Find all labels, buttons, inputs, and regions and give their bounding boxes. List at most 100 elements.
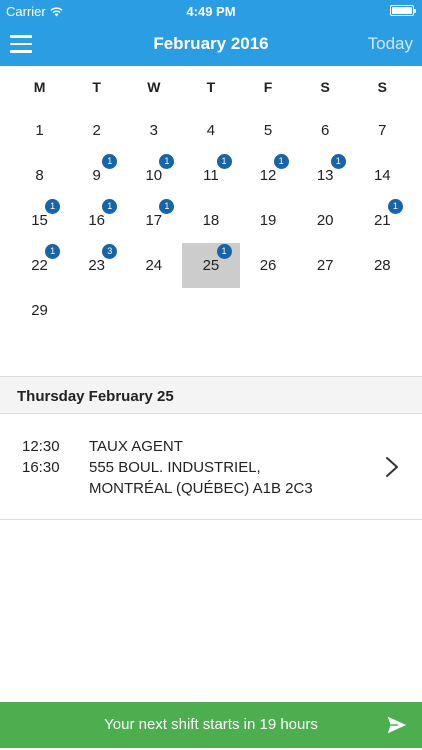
- chevron-right-icon: [386, 457, 398, 477]
- calendar-day[interactable]: 28: [354, 243, 411, 288]
- weekday-label: M: [33, 79, 46, 95]
- calendar-day[interactable]: 24: [125, 243, 182, 288]
- calendar-day-number: 23: [88, 257, 106, 274]
- calendar-day[interactable]: 6: [297, 108, 354, 153]
- calendar-day-number: 26: [259, 257, 277, 274]
- battery-icon: [390, 5, 416, 16]
- calendar-day[interactable]: 2: [68, 108, 125, 153]
- calendar-week-row: 15 1 16 1 17 1 18 19 20 21 1: [11, 198, 411, 243]
- calendar-day-number: 19: [259, 212, 277, 229]
- calendar-day[interactable]: 16 1: [68, 198, 125, 243]
- calendar-week-row: 29: [11, 288, 411, 333]
- calendar-day-number: 29: [31, 302, 48, 319]
- calendar-day[interactable]: 14: [354, 153, 411, 198]
- calendar-empty-cell: [68, 288, 125, 333]
- calendar-day-number: 15: [31, 212, 48, 229]
- calendar-day-number: 14: [373, 167, 391, 184]
- calendar-day-number: 28: [373, 257, 391, 274]
- calendar-week-row: 22 1 23 3 24 25 1 26 27 28: [11, 243, 411, 288]
- shift-count-badge: 1: [45, 244, 61, 259]
- next-shift-label: Your next shift starts in 19 hours: [104, 716, 318, 733]
- calendar-day-number: 17: [145, 212, 163, 229]
- calendar-day[interactable]: 11 1: [182, 153, 239, 198]
- weekday-label: S: [320, 79, 330, 95]
- calendar-day-number: 4: [206, 122, 216, 139]
- calendar-day[interactable]: 21 1: [354, 198, 411, 243]
- calendar-day-number: 1: [35, 122, 44, 139]
- status-time: 4:49 PM: [186, 4, 236, 19]
- calendar-day[interactable]: 12 1: [240, 153, 297, 198]
- calendar-day[interactable]: 13 1: [297, 153, 354, 198]
- month-title: February 2016: [153, 34, 269, 53]
- calendar-day[interactable]: 17 1: [125, 198, 182, 243]
- calendar-day-number: 27: [316, 257, 334, 274]
- shift-count-badge: 1: [216, 154, 232, 169]
- calendar-day[interactable]: 4: [182, 108, 239, 153]
- calendar-day[interactable]: 91: [68, 153, 125, 198]
- shift-count-badge: 1: [387, 199, 403, 214]
- next-shift-button[interactable]: Your next shift starts in 19 hours: [0, 702, 422, 748]
- calendar-day-number: 12: [259, 167, 277, 184]
- send-icon: [387, 716, 407, 734]
- calendar-day-number: 24: [145, 257, 163, 274]
- today-button[interactable]: Today: [368, 34, 413, 54]
- calendar-empty-cell: [240, 288, 297, 333]
- calendar-day[interactable]: 22 1: [11, 243, 68, 288]
- calendar-day[interactable]: 19: [240, 198, 297, 243]
- calendar-day-selected[interactable]: 25 1: [182, 243, 240, 288]
- calendar-day-number: 11: [203, 167, 219, 184]
- shift-count-badge: 1: [159, 154, 175, 169]
- calendar-day-number: 9: [92, 167, 101, 184]
- shift-start-time: 12:30: [22, 438, 60, 455]
- shift-count-badge: 1: [45, 199, 61, 214]
- calendar-day-number: 21: [373, 212, 391, 229]
- calendar-empty-cell: [297, 288, 354, 333]
- calendar-grid: 1 2 3 4 5 6 7 8 9 1 10 1 11 1 12 1 13 1 14 15 1 16 1 17 1 18 19 20 2…: [11, 108, 411, 333]
- calendar-week-row: 8 9 1 10 1 11 1 12 1 13 1 14: [11, 153, 411, 198]
- calendar-day[interactable]: 10 1: [125, 153, 182, 198]
- calendar-day[interactable]: 8: [11, 153, 68, 198]
- calendar-day-number: 2: [92, 122, 101, 139]
- shift-list-item[interactable]: 12:30 16:30 TAUX AGENT 555 BOUL. INDUSTR…: [0, 414, 422, 520]
- calendar-day[interactable]: 7: [354, 108, 411, 153]
- calendar-day[interactable]: 18: [182, 198, 239, 243]
- shift-count-badge: 1: [102, 199, 118, 214]
- shift-count-badge: 1: [273, 154, 289, 169]
- shift-role: TAUX AGENT: [89, 438, 183, 455]
- calendar-day-number: 10: [145, 167, 163, 184]
- calendar-day-number: 18: [202, 212, 220, 229]
- shift-count-badge: 1: [102, 154, 118, 169]
- nav-bar: February 2016 Today: [0, 22, 422, 66]
- calendar-day[interactable]: 29: [11, 288, 68, 333]
- selected-date-header: Thursday February 25: [0, 376, 422, 414]
- weekday-label: S: [377, 79, 387, 95]
- calendar-day-number: 20: [316, 212, 334, 229]
- calendar-day-number: 8: [35, 167, 44, 184]
- calendar-day[interactable]: 20: [297, 198, 354, 243]
- calendar-day-number: 25: [202, 257, 220, 274]
- shift-count-badge: 1: [216, 244, 232, 259]
- calendar-empty-cell: [354, 288, 411, 333]
- shift-details: TAUX AGENT 555 BOUL. INDUSTRIEL, MONTRÉA…: [89, 436, 369, 499]
- calendar-day-number: 7: [378, 122, 387, 139]
- calendar-day-number: 5: [263, 122, 273, 139]
- shift-end-time: 16:30: [22, 459, 60, 476]
- calendar-day-number: 22: [31, 257, 48, 274]
- shift-times: 12:30 16:30: [22, 436, 60, 478]
- calendar-empty-cell: [125, 288, 182, 333]
- shift-address-line1: 555 BOUL. INDUSTRIEL,: [89, 459, 261, 476]
- calendar-day[interactable]: 27: [297, 243, 354, 288]
- calendar-day[interactable]: 23 3: [68, 243, 125, 288]
- calendar-day-number: 6: [321, 122, 330, 139]
- calendar-day[interactable]: 26: [240, 243, 297, 288]
- calendar-day[interactable]: 1: [11, 108, 68, 153]
- weekday-label: T: [92, 79, 101, 95]
- calendar-day[interactable]: 15 1: [11, 198, 68, 243]
- calendar-week-row: 1 2 3 4 5 6 7: [11, 108, 411, 153]
- status-bar: Carrier 4:49 PM: [0, 0, 422, 22]
- calendar-empty-cell: [182, 288, 239, 333]
- calendar-day[interactable]: 5: [240, 108, 297, 153]
- shift-count-badge: 1: [330, 154, 346, 169]
- calendar-day[interactable]: 3: [125, 108, 182, 153]
- selected-date-label: Thursday February 25: [17, 388, 174, 405]
